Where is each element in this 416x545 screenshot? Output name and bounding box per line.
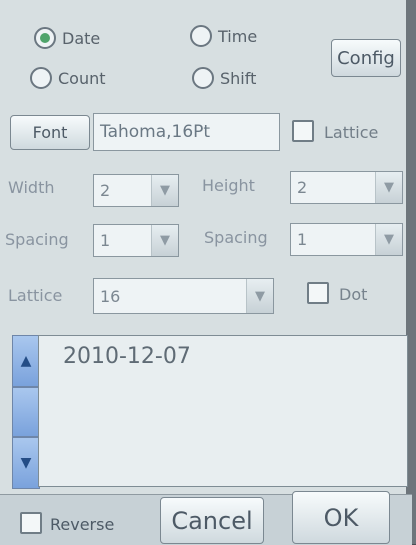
radio-date-label: Date: [62, 28, 101, 48]
width-label: Width: [8, 178, 55, 197]
spacing-left-select[interactable]: 1 ▼: [93, 224, 179, 257]
editor-text: 2010-12-07: [63, 344, 191, 369]
scroll-down-button[interactable]: ▼: [12, 437, 40, 489]
config-button-label: Config: [337, 47, 395, 69]
config-button[interactable]: Config: [331, 39, 401, 77]
radio-shift-indicator[interactable]: [192, 67, 214, 89]
scroll-up-button[interactable]: ▲: [12, 335, 40, 387]
dot-checkbox[interactable]: [307, 282, 329, 304]
font-name-value: Tahoma,16Pt: [100, 122, 211, 142]
lattice-value: 16: [100, 286, 121, 306]
chevron-up-icon: ▲: [20, 353, 32, 369]
spacing-right-value: 1: [297, 230, 308, 249]
chevron-down-icon[interactable]: ▼: [151, 225, 178, 256]
radio-shift-label: Shift: [220, 68, 257, 88]
editor-scrollbar[interactable]: ▲ ▼: [12, 335, 40, 489]
radio-count[interactable]: Count: [30, 67, 106, 89]
radio-count-label: Count: [58, 68, 106, 88]
font-button-label: Font: [32, 123, 68, 142]
height-select[interactable]: 2 ▼: [290, 171, 403, 204]
font-name-field[interactable]: Tahoma,16Pt: [93, 113, 280, 151]
height-value: 2: [297, 178, 308, 197]
radio-time[interactable]: Time: [190, 25, 257, 47]
reverse-checkbox[interactable]: [20, 512, 42, 534]
cancel-button[interactable]: Cancel: [160, 497, 264, 544]
radio-time-label: Time: [218, 26, 258, 46]
ok-button[interactable]: OK: [292, 491, 390, 544]
reverse-label: Reverse: [50, 515, 115, 534]
dot-label: Dot: [339, 285, 368, 304]
chevron-down-icon[interactable]: ▼: [375, 224, 402, 255]
cancel-button-label: Cancel: [171, 506, 253, 535]
lattice-select[interactable]: 16 ▼: [93, 278, 274, 314]
text-editor[interactable]: 2010-12-07: [38, 335, 408, 487]
scroll-thumb[interactable]: [12, 387, 40, 437]
font-button[interactable]: Font: [10, 115, 90, 150]
lattice-label: Lattice: [8, 286, 63, 305]
radio-shift[interactable]: Shift: [192, 67, 256, 89]
radio-count-indicator[interactable]: [30, 67, 52, 89]
chevron-down-icon[interactable]: ▼: [151, 175, 178, 206]
chevron-down-icon[interactable]: ▼: [246, 279, 273, 313]
ok-button-label: OK: [323, 503, 359, 532]
chevron-down-icon[interactable]: ▼: [375, 172, 402, 203]
width-select[interactable]: 2 ▼: [93, 174, 179, 207]
height-label: Height: [202, 176, 255, 195]
chevron-down-icon: ▼: [20, 455, 32, 471]
spacing-right-select[interactable]: 1 ▼: [290, 223, 403, 256]
spacing-right-label: Spacing: [204, 228, 268, 247]
radio-time-indicator[interactable]: [190, 25, 212, 47]
width-value: 2: [100, 181, 111, 200]
radio-date-indicator[interactable]: [34, 27, 56, 49]
spacing-left-label: Spacing: [5, 230, 69, 249]
spacing-left-value: 1: [100, 231, 111, 250]
lattice-checkbox-top-label: Lattice: [324, 123, 379, 142]
radio-date[interactable]: Date: [34, 27, 100, 49]
lattice-checkbox-top[interactable]: [292, 120, 314, 142]
